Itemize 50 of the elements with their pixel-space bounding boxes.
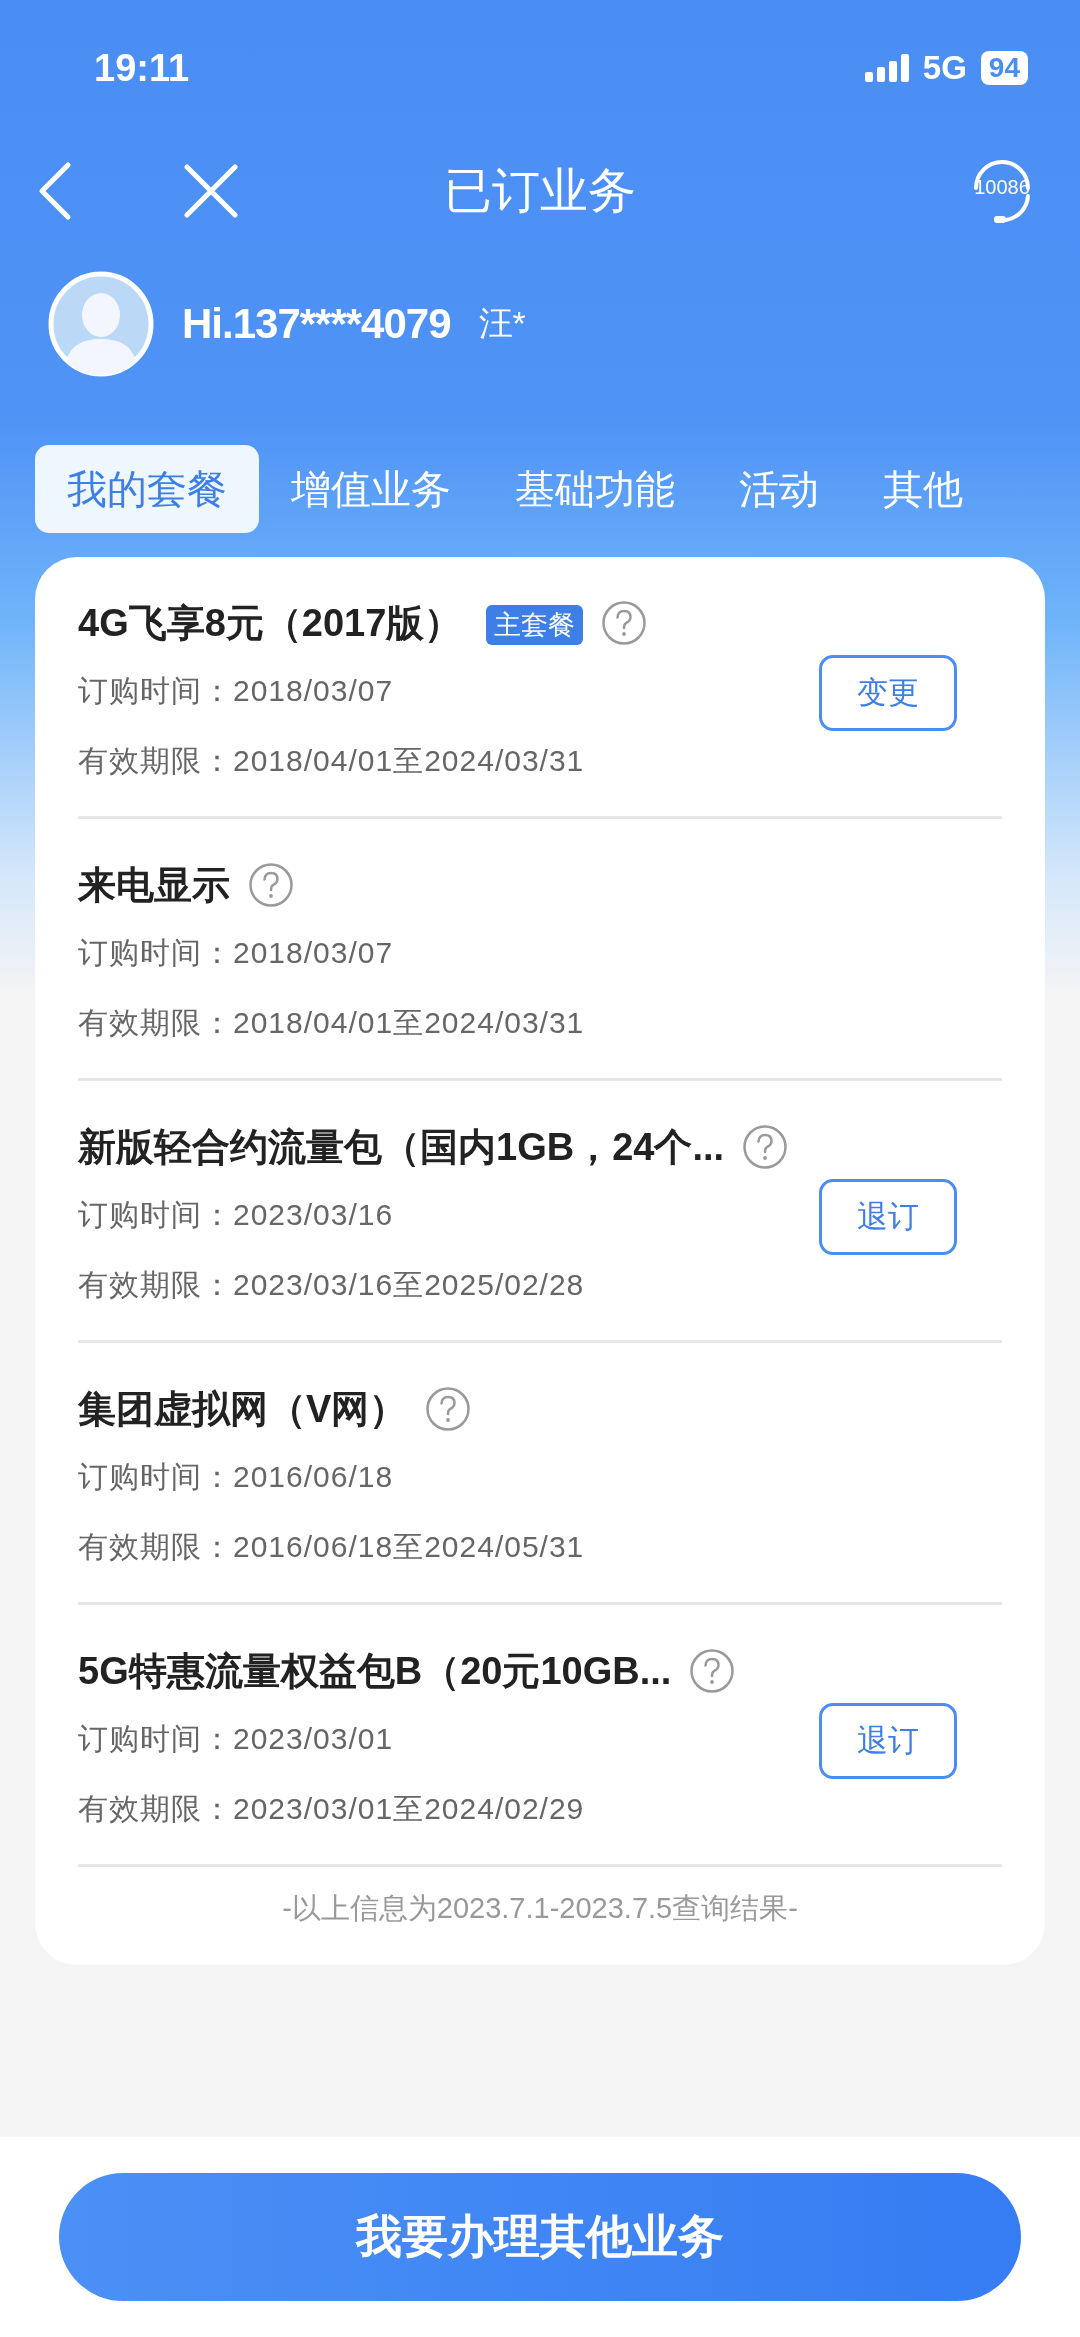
primary-button[interactable]: 我要办理其他业务	[59, 2173, 1021, 2301]
battery-level: 94	[980, 51, 1028, 85]
tab[interactable]: 增值业务	[259, 445, 483, 533]
close-icon[interactable]	[184, 164, 238, 218]
field-value: 2018/03/07	[233, 674, 394, 707]
network-label: 5G	[922, 49, 967, 87]
tab[interactable]: 我的套餐	[35, 445, 259, 533]
field-value: 2016/06/18	[233, 1460, 394, 1493]
action-button[interactable]: 退订	[819, 1179, 957, 1255]
field-label: 有效期限：	[78, 1268, 233, 1301]
service-title: 新版轻合约流量包（国内1GB，24个...	[78, 1125, 725, 1170]
field-label: 订购时间：	[78, 1722, 233, 1755]
tab[interactable]: 基础功能	[483, 445, 707, 533]
service-title: 来电显示	[78, 863, 230, 908]
user-phone: Hi.137****4079	[182, 299, 451, 348]
user-name: 汪*	[478, 302, 526, 344]
help-icon[interactable]	[689, 1648, 736, 1694]
help-icon[interactable]	[742, 1124, 789, 1170]
page-title: 已订业务	[443, 163, 637, 219]
action-button[interactable]: 变更	[819, 655, 957, 731]
field-label: 订购时间：	[78, 1198, 233, 1231]
action-button[interactable]: 退订	[819, 1703, 957, 1779]
tab[interactable]: 其他	[851, 445, 995, 533]
query-note: -以上信息为2023.7.1-2023.7.5查询结果-	[281, 1891, 799, 1926]
service-title: 5G特惠流量权益包B（20元10GB...	[78, 1649, 672, 1694]
field-label: 有效期限：	[78, 1792, 233, 1825]
service-title: 4G飞享8元（2017版）	[78, 601, 463, 646]
field-value: 2023/03/16	[233, 1198, 394, 1231]
field-value: 2023/03/01至2024/02/29	[233, 1792, 585, 1825]
field-label: 订购时间：	[78, 674, 233, 707]
service-title: 集团虚拟网（V网）	[78, 1387, 408, 1432]
help-icon[interactable]	[248, 862, 294, 908]
help-icon[interactable]	[425, 1386, 472, 1432]
field-value: 2018/03/07	[233, 936, 394, 969]
field-value: 2016/06/18至2024/05/31	[233, 1530, 585, 1563]
signal-icon	[864, 54, 909, 82]
field-label: 有效期限：	[78, 1006, 233, 1039]
field-value: 2023/03/01	[233, 1722, 394, 1755]
field-value: 2018/04/01至2024/03/31	[233, 744, 585, 777]
avatar-icon	[48, 270, 154, 377]
field-label: 订购时间：	[78, 1460, 233, 1493]
field-label: 订购时间：	[78, 936, 233, 969]
field-value: 2023/03/16至2025/02/28	[233, 1268, 585, 1301]
plan-badge: 主套餐	[486, 605, 584, 645]
status-time: 19:11	[94, 46, 190, 90]
field-value: 2018/04/01至2024/03/31	[233, 1006, 585, 1039]
field-label: 有效期限：	[78, 744, 233, 777]
field-label: 有效期限：	[78, 1530, 233, 1563]
help-icon[interactable]	[601, 600, 648, 646]
tab[interactable]: 活动	[707, 445, 851, 533]
